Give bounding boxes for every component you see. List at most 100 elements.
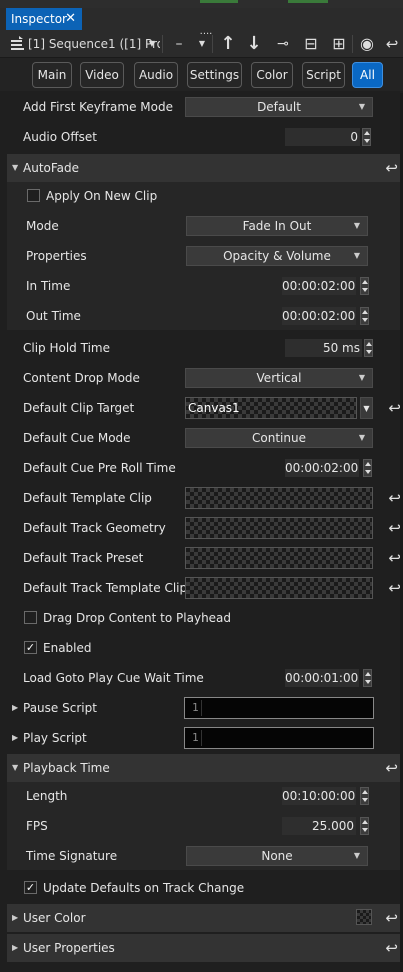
property-enabled: ✓ Enabled — [7, 633, 403, 663]
property-label: Mode — [26, 219, 59, 233]
divider — [352, 35, 353, 53]
reset-icon[interactable]: ↩ — [385, 754, 398, 782]
sequence-name: [1] Sequence1 ([1] Pro — [28, 37, 160, 51]
drag-drop-checkbox[interactable] — [24, 611, 37, 624]
template-clip-field[interactable] — [185, 487, 373, 509]
reset-icon[interactable]: ↩ — [385, 934, 398, 962]
chevron-down-icon: ▼ — [353, 251, 360, 260]
gutter-divider — [201, 700, 202, 716]
cue-mode-dropdown[interactable]: Continue ▼ — [185, 428, 373, 448]
undo-icon[interactable]: ↩ — [382, 33, 402, 55]
property-play-script[interactable]: ▶ Play Script 1 — [7, 723, 403, 753]
eye-icon[interactable]: ◉ — [356, 33, 378, 55]
dropdown-value: Default — [257, 100, 301, 114]
property-label: FPS — [26, 819, 48, 833]
property-label: Drag Drop Content to Playhead — [43, 611, 232, 625]
menu-sort-icon[interactable] — [8, 33, 26, 55]
track-template-clip-field[interactable] — [185, 577, 373, 599]
spinner-icon[interactable] — [363, 669, 372, 687]
spinner-icon[interactable] — [363, 459, 372, 477]
section-playback-time-header[interactable]: ▼ Playback Time ↩ — [7, 754, 403, 782]
filter-audio-button[interactable]: Audio — [134, 62, 178, 88]
clip-target-dropdown[interactable]: ▼ — [360, 397, 373, 419]
section-user-properties-header[interactable]: ▶ User Properties ↩ — [7, 934, 403, 962]
content-drop-mode-dropdown[interactable]: Vertical ▼ — [185, 368, 373, 388]
track-preset-field[interactable] — [185, 547, 373, 569]
apply-on-new-clip-checkbox[interactable] — [27, 189, 40, 202]
property-load-goto-wait-time: Load Goto Play Cue Wait Time 00:00:01:00 — [7, 663, 403, 693]
property-label: Update Defaults on Track Change — [43, 881, 245, 895]
fade-mode-dropdown[interactable]: Fade In Out ▼ — [186, 216, 368, 236]
expand-arrow-icon[interactable]: ▶ — [12, 693, 18, 723]
grid-view-icon[interactable]: ⊞ — [328, 33, 350, 55]
close-icon[interactable]: ✕ — [65, 8, 76, 30]
expand-arrow-icon: ▶ — [12, 913, 19, 922]
dropdown-value: Opacity & Volume — [223, 249, 331, 263]
grip-icon[interactable]: .... — [196, 21, 216, 43]
spinner-icon[interactable] — [360, 277, 369, 295]
move-down-button[interactable]: ↓ — [244, 33, 264, 55]
property-time-signature: Time Signature None ▼ — [7, 841, 403, 871]
property-out-time: Out Time 00:00:02:00 — [7, 301, 403, 331]
user-color-swatch[interactable] — [356, 909, 372, 925]
length-field[interactable]: 00:10:00:00 — [282, 787, 356, 805]
minus-button[interactable]: – — [168, 33, 190, 55]
track-geometry-field[interactable] — [185, 517, 373, 539]
clip-hold-time-field[interactable]: 50 ms — [285, 339, 362, 357]
fade-properties-dropdown[interactable]: Opacity & Volume ▼ — [186, 246, 368, 266]
pause-script-editor[interactable]: 1 — [184, 697, 374, 719]
tab-inspector[interactable]: Inspector ✕ — [6, 8, 82, 30]
dropdown-value: Fade In Out — [242, 219, 312, 233]
play-script-editor[interactable]: 1 — [184, 727, 374, 749]
inspector-toolbar: [1] Sequence1 ([1] Pro ▼ – ▼ .... ↑ ↓ ⊸ … — [0, 26, 403, 58]
section-user-color-header[interactable]: ▶ User Color ↩ — [7, 904, 403, 932]
chevron-down-icon[interactable]: ▼ — [146, 33, 158, 55]
property-fps: FPS 25.000 — [7, 811, 403, 841]
divider — [212, 35, 213, 53]
expand-arrow-icon[interactable]: ▶ — [12, 723, 18, 753]
section-title: Playback Time — [23, 761, 110, 775]
expand-arrow-icon: ▼ — [12, 163, 19, 172]
property-default-clip-target: Default Clip Target Canvas1 ▼ ↩ — [7, 393, 403, 423]
collapse-all-icon[interactable]: ⊟ — [300, 33, 322, 55]
filter-video-button[interactable]: Video — [80, 62, 124, 88]
clip-target-field[interactable]: Canvas1 — [185, 397, 357, 419]
pre-roll-time-field[interactable]: 00:00:02:00 — [285, 459, 359, 477]
property-default-cue-mode: Default Cue Mode Continue ▼ — [7, 423, 403, 453]
chevron-down-icon: ▼ — [353, 851, 360, 860]
filter-script-button[interactable]: Script — [302, 62, 345, 88]
move-up-button[interactable]: ↑ — [218, 33, 238, 55]
audio-offset-field[interactable]: 0 — [285, 128, 360, 146]
enabled-checkbox[interactable]: ✓ — [24, 641, 37, 654]
spinner-icon[interactable] — [364, 339, 373, 357]
spinner-icon[interactable] — [362, 128, 371, 146]
spinner-icon[interactable] — [360, 307, 369, 325]
property-clip-hold-time: Clip Hold Time 50 ms — [7, 333, 403, 363]
keyframe-mode-dropdown[interactable]: Default ▼ — [185, 97, 373, 117]
property-label: Default Cue Mode — [23, 431, 131, 445]
property-label: Load Goto Play Cue Wait Time — [23, 671, 204, 685]
expand-arrow-icon: ▼ — [12, 763, 19, 772]
chevron-down-icon: ▼ — [353, 221, 360, 230]
filter-all-button[interactable]: All — [352, 62, 383, 88]
reset-icon[interactable]: ↩ — [385, 154, 398, 182]
reset-icon[interactable]: ↩ — [385, 904, 398, 932]
load-goto-wait-field[interactable]: 00:00:01:00 — [285, 669, 359, 687]
fps-field[interactable]: 25.000 — [282, 817, 356, 835]
filter-main-button[interactable]: Main — [32, 62, 72, 88]
spinner-icon[interactable] — [360, 787, 369, 805]
spinner-icon[interactable] — [360, 817, 369, 835]
filter-settings-button[interactable]: Settings — [187, 62, 242, 88]
pin-icon[interactable]: ⊸ — [272, 33, 294, 55]
in-time-field[interactable]: 00:00:02:00 — [282, 277, 356, 295]
out-time-field[interactable]: 00:00:02:00 — [282, 307, 356, 325]
update-defaults-checkbox[interactable]: ✓ — [24, 881, 37, 894]
section-autofade-header[interactable]: ▼ AutoFade ↩ — [7, 154, 403, 182]
time-signature-dropdown[interactable]: None ▼ — [186, 846, 368, 866]
sequence-selector[interactable]: [1] Sequence1 ([1] Pro — [28, 33, 160, 55]
property-pause-script[interactable]: ▶ Pause Script 1 — [7, 693, 403, 723]
property-label: Length — [26, 789, 68, 803]
property-default-track-preset: Default Track Preset ↩ — [7, 543, 403, 573]
filter-color-button[interactable]: Color — [251, 62, 293, 88]
property-audio-offset: Audio Offset 0 — [7, 122, 403, 152]
